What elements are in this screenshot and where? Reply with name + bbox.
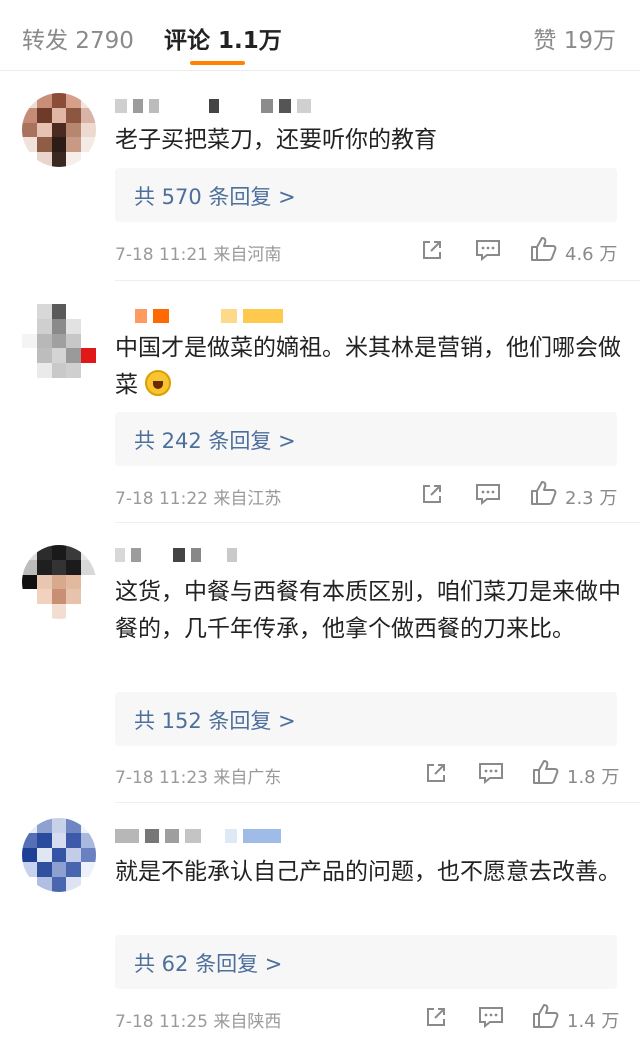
replies-link[interactable]: 共 242 条回复 > (115, 412, 617, 466)
like-count: 2.3 万 (565, 488, 618, 509)
tab-comments[interactable]: 评论 1.1万 (164, 21, 282, 55)
replies-label: 共 152 条回复 > (134, 709, 296, 733)
comment-icon[interactable] (478, 1005, 504, 1029)
comment-meta: 7-18 11:22 来自江苏 (115, 489, 282, 509)
replies-label: 共 570 条回复 > (134, 185, 296, 209)
laughing-face-emoji (145, 370, 172, 396)
username-blurred[interactable] (115, 826, 281, 846)
divider (115, 802, 640, 803)
like-count: 1.4 万 (567, 1011, 620, 1032)
thumbs-up-icon[interactable] (530, 236, 558, 262)
comment-meta: 7-18 11:23 来自广东 (115, 768, 282, 788)
thumbs-up-icon[interactable] (532, 759, 560, 785)
share-icon[interactable] (420, 238, 444, 262)
divider (115, 280, 640, 281)
avatar[interactable] (22, 304, 96, 378)
share-icon[interactable] (424, 761, 448, 785)
like-count: 1.8 万 (567, 767, 620, 788)
tab-repost[interactable]: 转发 2790 (22, 21, 134, 55)
username-blurred[interactable] (115, 306, 283, 326)
comment-icon[interactable] (478, 761, 504, 785)
thumbs-up-icon[interactable] (532, 1003, 560, 1029)
replies-label: 共 62 条回复 > (134, 952, 283, 976)
comment-tabs: 转发 2790 评论 1.1万 赞 19万 (0, 0, 640, 71)
divider (115, 522, 640, 523)
username-blurred[interactable] (115, 96, 311, 116)
comment-icon[interactable] (475, 482, 501, 506)
replies-link[interactable]: 共 570 条回复 > (115, 168, 617, 222)
replies-label: 共 242 条回复 > (134, 429, 296, 453)
comment-meta: 7-18 11:21 来自河南 (115, 245, 282, 265)
comment-icon[interactable] (475, 238, 501, 262)
replies-link[interactable]: 共 152 条回复 > (115, 692, 617, 746)
username-blurred[interactable] (115, 545, 237, 565)
thumbs-up-icon[interactable] (530, 480, 558, 506)
like-count: 4.6 万 (565, 244, 618, 265)
tab-likes[interactable]: 赞 19万 (533, 21, 616, 55)
avatar[interactable] (22, 93, 96, 167)
comment-text-body: 中国才是做菜的嫡祖。米其林是营销，他们哪会做菜 (115, 335, 621, 398)
replies-link[interactable]: 共 62 条回复 > (115, 935, 617, 989)
comment-text: 这货，中餐与西餐有本质区别，咱们菜刀是来做中餐的，几千年传承，他拿个做西餐的刀来… (115, 579, 621, 642)
share-icon[interactable] (424, 1005, 448, 1029)
share-icon[interactable] (420, 482, 444, 506)
avatar[interactable] (22, 545, 96, 619)
comment-text: 中国才是做菜的嫡祖。米其林是营销，他们哪会做菜 (115, 330, 625, 404)
comment-text: 老子买把菜刀，还要听你的教育 (115, 127, 437, 153)
avatar[interactable] (22, 818, 96, 892)
comment-meta: 7-18 11:25 来自陕西 (115, 1012, 282, 1032)
comment-text: 就是不能承认自己产品的问题，也不愿意去改善。 (115, 859, 621, 885)
active-tab-indicator (190, 61, 245, 65)
